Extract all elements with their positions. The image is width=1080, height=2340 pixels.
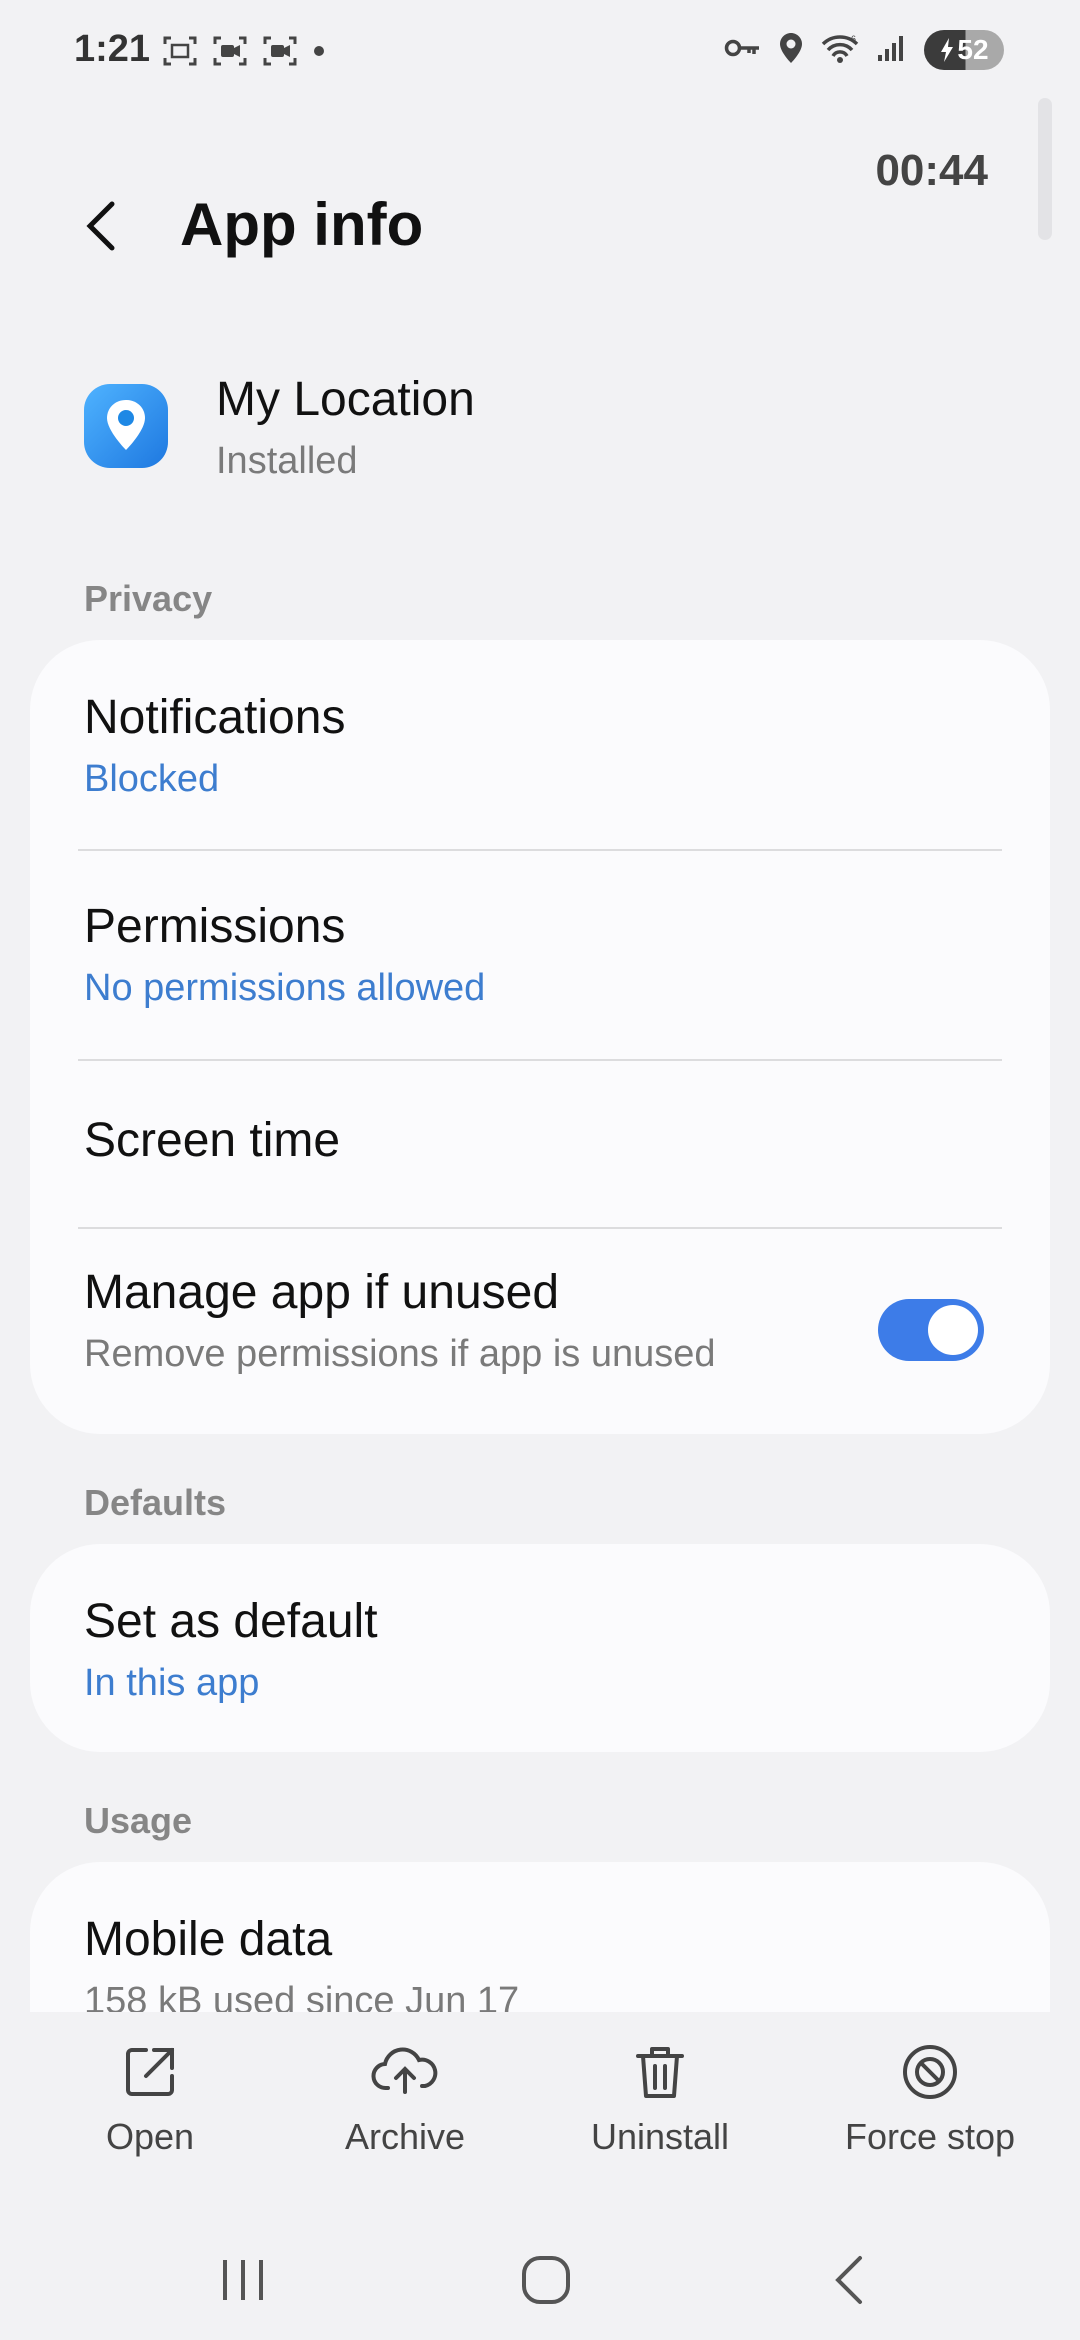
block-icon <box>903 2045 957 2099</box>
back-icon <box>835 2256 862 2304</box>
back-nav-button[interactable] <box>800 2230 900 2330</box>
uninstall-label: Uninstall <box>590 2116 730 2157</box>
recent-apps-icon <box>223 2260 263 2300</box>
list-item-set-as-default[interactable]: Set as default In this app <box>30 1544 1050 1752</box>
row-subtitle: Remove permissions if app is unused <box>84 1333 716 1375</box>
force-stop-button[interactable]: Force stop <box>820 2042 1040 2158</box>
app-status: Installed <box>216 440 358 482</box>
screenshot-icon <box>162 34 198 73</box>
vpn-key-icon <box>724 36 762 65</box>
page-title: App info <box>180 191 424 258</box>
home-icon <box>522 2256 570 2304</box>
list-item-screen-time[interactable]: Screen time <box>30 1061 1050 1227</box>
location-pin-icon <box>84 384 168 468</box>
row-title: Screen time <box>84 1114 341 1167</box>
defaults-card: Set as default In this app <box>30 1544 1050 1752</box>
uninstall-button[interactable]: Uninstall <box>550 2042 770 2158</box>
recent-apps-button[interactable] <box>193 2230 293 2330</box>
row-title: Manage app if unused <box>84 1266 560 1319</box>
archive-button[interactable]: Archive <box>295 2042 515 2158</box>
back-arrow-icon <box>86 201 115 251</box>
list-item-notifications[interactable]: Notifications Blocked <box>30 640 1050 850</box>
toggle-knob <box>928 1305 978 1355</box>
section-label-defaults: Defaults <box>84 1482 227 1523</box>
signal-icon <box>876 33 908 68</box>
location-icon <box>778 31 804 70</box>
battery-level: 52 <box>957 34 989 65</box>
list-item-mobile-data[interactable]: Mobile data 158 kB used since Jun 17 <box>30 1862 1050 2012</box>
app-name: My Location <box>216 373 475 426</box>
status-bar: 1:21 6 52 <box>0 0 1080 100</box>
list-item-permissions[interactable]: Permissions No permissions allowed <box>30 851 1050 1061</box>
wifi-icon: 6 <box>820 32 860 69</box>
status-time: 1:21 <box>74 28 151 70</box>
open-button[interactable]: Open <box>40 2042 260 2158</box>
force-stop-label: Force stop <box>844 2116 1016 2157</box>
row-subtitle: No permissions allowed <box>84 967 486 1009</box>
scroll-indicator[interactable] <box>1038 98 1052 240</box>
privacy-card: Notifications Blocked Permissions No per… <box>30 640 1050 1434</box>
open-external-icon <box>126 2048 174 2096</box>
home-button[interactable] <box>496 2230 596 2330</box>
section-label-privacy: Privacy <box>84 578 213 619</box>
row-title: Permissions <box>84 900 346 953</box>
action-bar: Open Archive Uninstall Force stop <box>0 2012 1080 2202</box>
row-subtitle: 158 kB used since Jun 17 <box>84 1980 520 2012</box>
manage-app-toggle[interactable] <box>878 1299 984 1361</box>
open-label: Open <box>105 2116 195 2157</box>
row-title: Set as default <box>84 1595 378 1648</box>
svg-text:6: 6 <box>851 34 856 44</box>
row-title: Mobile data <box>84 1913 333 1966</box>
battery-charging-icon: 52 <box>924 30 1004 70</box>
usage-card: Mobile data 158 kB used since Jun 17 <box>30 1862 1050 2012</box>
archive-label: Archive <box>344 2116 466 2157</box>
screen-record-icon <box>262 34 298 73</box>
navigation-bar <box>0 2220 1080 2340</box>
list-item-manage-app-if-unused[interactable]: Manage app if unused Remove permissions … <box>30 1229 1050 1434</box>
back-button[interactable] <box>70 190 130 262</box>
row-subtitle: Blocked <box>84 758 220 800</box>
section-label-usage: Usage <box>84 1800 193 1841</box>
trash-icon <box>636 2047 684 2098</box>
timer: 00:44 <box>875 146 988 195</box>
row-title: Notifications <box>84 691 346 744</box>
cloud-upload-icon <box>371 2047 438 2094</box>
dot-icon <box>312 44 326 63</box>
screen-record-icon <box>212 34 248 73</box>
row-subtitle: In this app <box>84 1662 260 1704</box>
